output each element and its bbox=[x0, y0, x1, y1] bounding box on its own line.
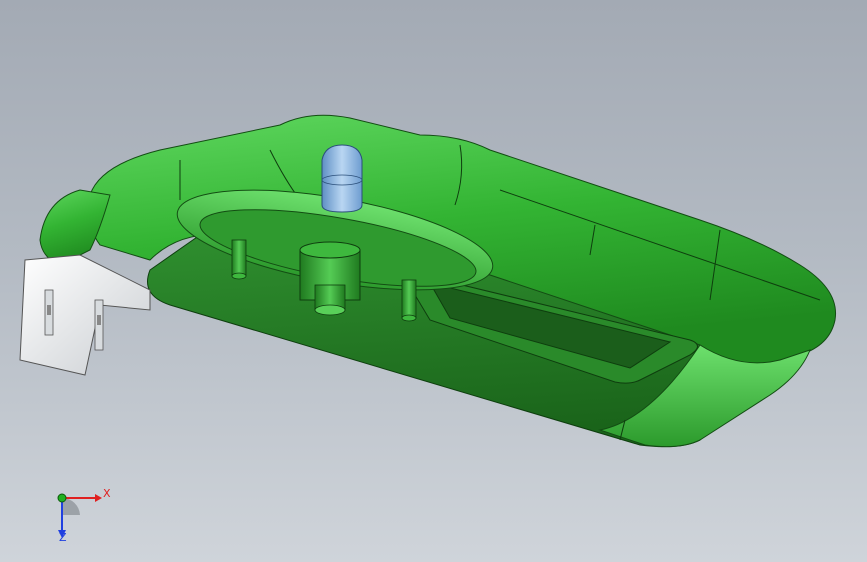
peg-left-cap bbox=[231, 272, 247, 280]
y-axis-dot bbox=[57, 493, 67, 503]
peg-right-cap bbox=[401, 314, 417, 322]
connector-pin-1 bbox=[47, 305, 51, 315]
peg-center-top bbox=[299, 241, 361, 259]
x-axis-arrow bbox=[95, 494, 102, 502]
cad-model-view[interactable] bbox=[0, 0, 867, 562]
peg-right[interactable] bbox=[401, 279, 417, 319]
connector-body[interactable] bbox=[19, 254, 151, 376]
peg-left[interactable] bbox=[231, 239, 247, 277]
x-axis-label: X bbox=[103, 487, 111, 500]
z-axis-label: Z bbox=[59, 531, 67, 544]
connector-pin-2 bbox=[97, 315, 101, 325]
graphics-viewport[interactable]: X Z bbox=[0, 0, 867, 562]
peg-center-cap bbox=[314, 304, 346, 316]
nozzle-collar[interactable] bbox=[39, 189, 111, 266]
elbow-fitting[interactable] bbox=[321, 144, 363, 213]
